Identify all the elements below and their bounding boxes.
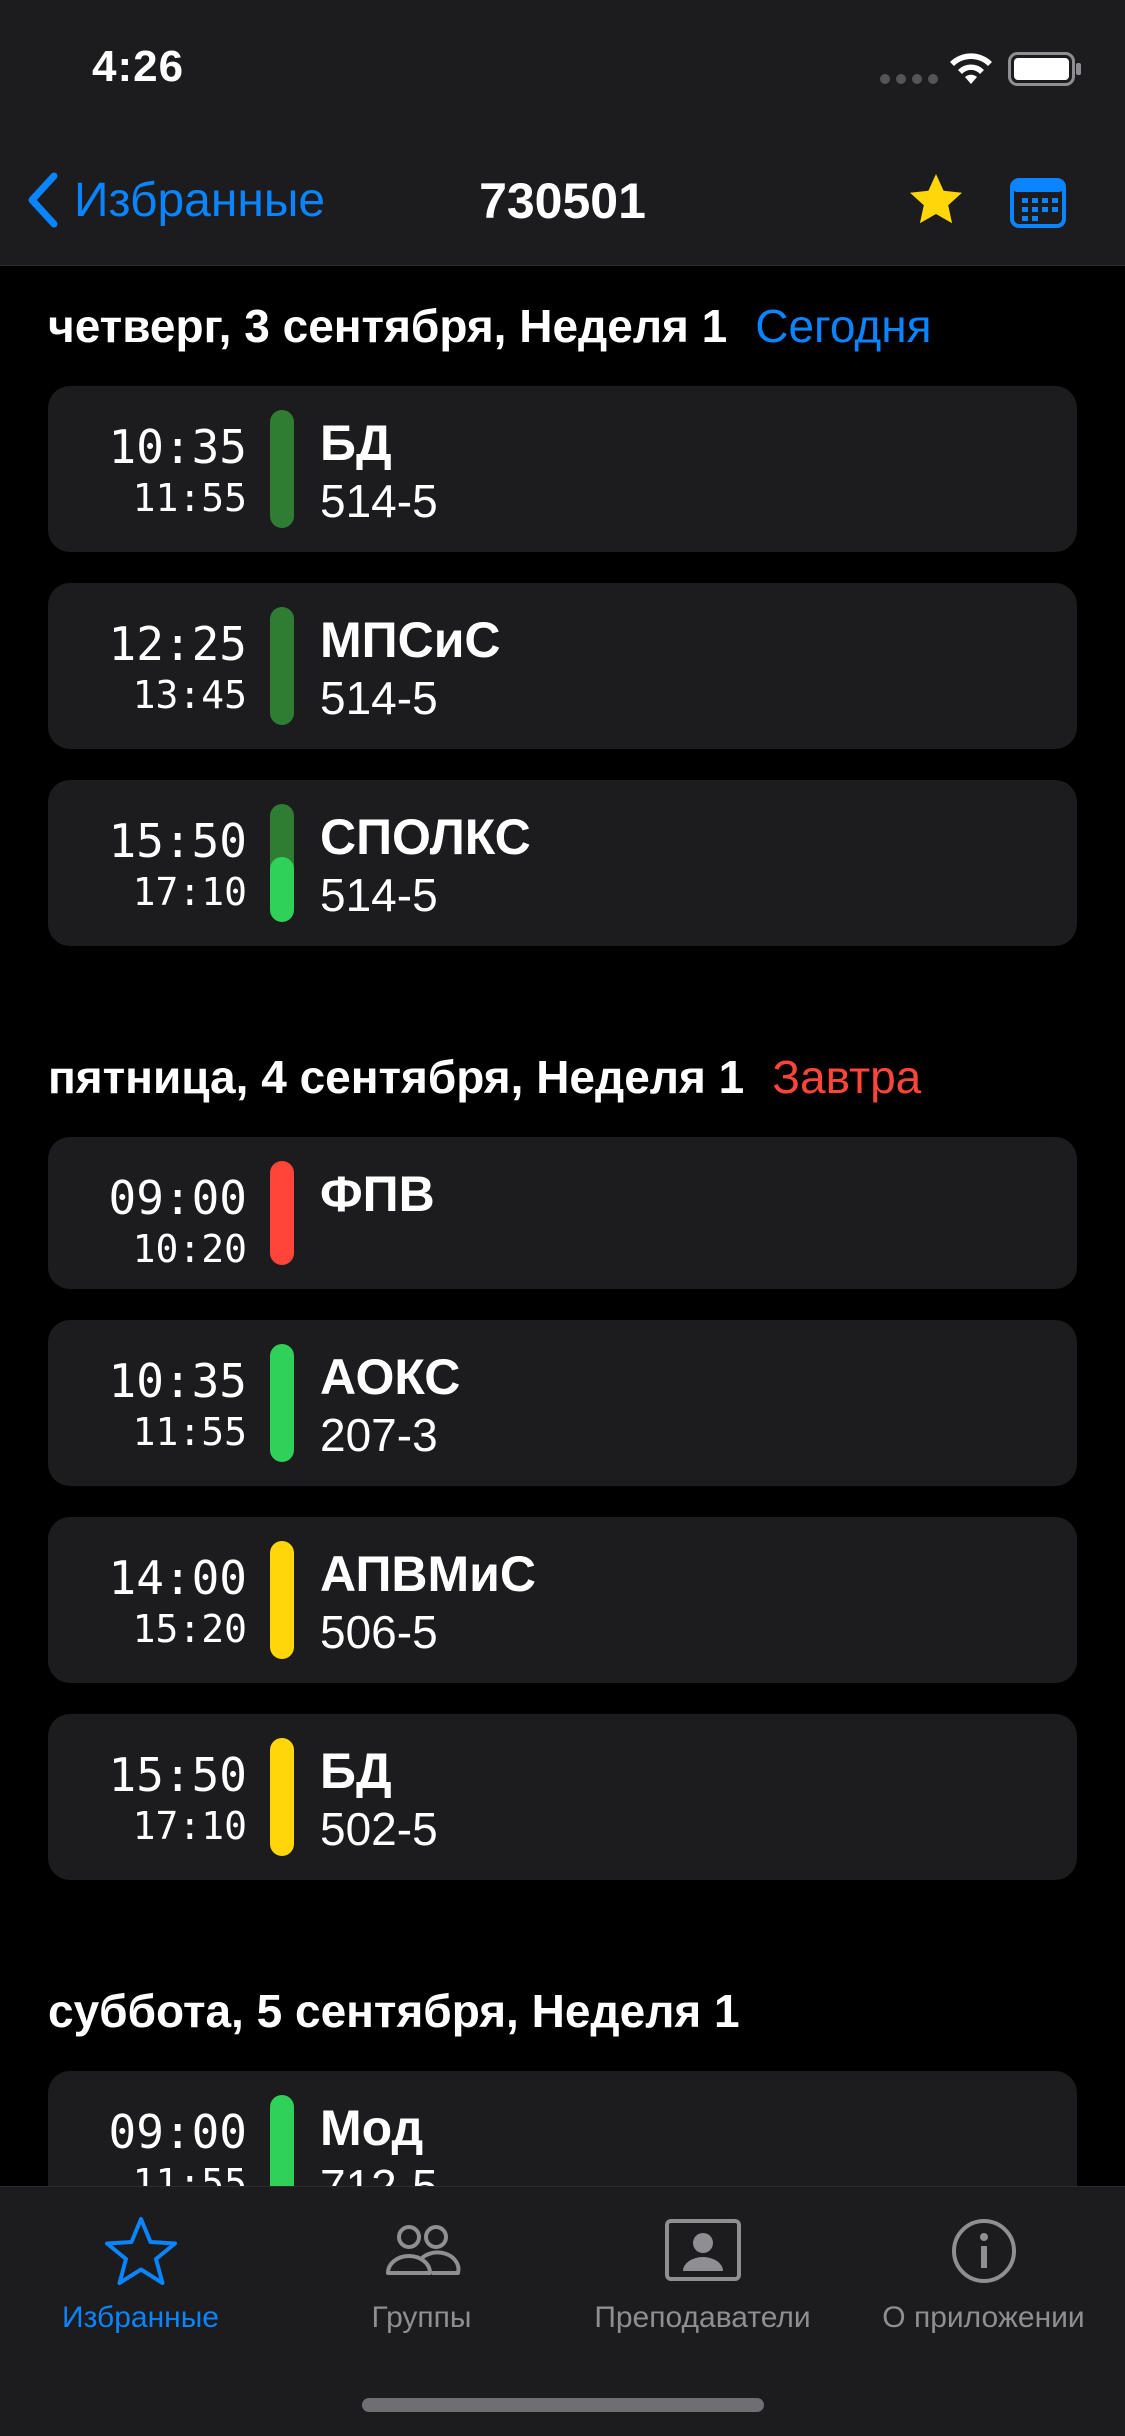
lesson-room: 506-5 xyxy=(320,1606,438,1658)
lesson-status-bar xyxy=(270,1738,294,1856)
lesson-card[interactable]: 10:35 11:55 БД 514-5 xyxy=(48,386,1077,552)
lesson-card[interactable]: 14:00 15:20 АПВМиС 506-5 xyxy=(48,1517,1077,1683)
day-title: четверг, 3 сентября, Неделя 1 xyxy=(48,300,728,352)
favorite-star-icon[interactable] xyxy=(906,170,966,230)
lesson-end-time: 17:10 xyxy=(132,1804,247,1848)
cellular-signal-icon xyxy=(880,74,938,84)
people-icon xyxy=(385,2225,460,2275)
tomorrow-label: Завтра xyxy=(772,1051,922,1103)
lesson-start-time: 10:35 xyxy=(108,1354,247,1408)
lesson-subject: БД xyxy=(320,1743,392,1799)
lesson-end-time: 17:10 xyxy=(132,870,247,914)
header: 4:26 Избранные 730501 xyxy=(0,0,1125,266)
lesson-room: 514-5 xyxy=(320,475,438,527)
home-indicator xyxy=(362,2398,764,2412)
day-section: суббота, 5 сентября, Неделя 1 09:00 11:5… xyxy=(0,1951,1125,2186)
lesson-room: 514-5 xyxy=(320,672,438,724)
lesson-start-time: 10:35 xyxy=(108,420,247,474)
lesson-subject: ФПВ xyxy=(320,1166,435,1222)
lesson-end-time: 11:55 xyxy=(132,2161,247,2186)
lesson-start-time: 09:00 xyxy=(108,2105,247,2159)
lesson-end-time: 13:45 xyxy=(132,673,247,717)
day-title: суббота, 5 сентября, Неделя 1 xyxy=(48,1985,740,2037)
tab-label: О приложении xyxy=(882,2301,1085,2334)
lesson-status-bar xyxy=(270,1541,294,1659)
day-section: четверг, 3 сентября, Неделя 1 Сегодня 10… xyxy=(0,266,1125,946)
wifi-icon xyxy=(950,53,992,84)
lesson-start-time: 15:50 xyxy=(108,1748,247,1802)
status-bar: 4:26 xyxy=(0,0,1125,135)
status-time: 4:26 xyxy=(92,42,185,91)
lesson-subject: Мод xyxy=(320,2100,424,2156)
lesson-card[interactable]: 12:25 13:45 МПСиС 514-5 xyxy=(48,583,1077,749)
lesson-end-time: 10:20 xyxy=(132,1227,247,1271)
lesson-room: 502-5 xyxy=(320,1803,438,1855)
tab-teachers[interactable]: Преподаватели xyxy=(562,2213,843,2335)
lesson-progress-bar xyxy=(270,804,294,922)
lesson-status-bar xyxy=(270,410,294,528)
navigation-bar: Избранные 730501 xyxy=(0,150,1125,250)
lesson-subject: СПОЛКС xyxy=(320,809,531,865)
lesson-end-time: 15:20 xyxy=(132,1607,247,1651)
lesson-subject: АОКС xyxy=(320,1349,461,1405)
tab-about[interactable]: О приложении xyxy=(843,2213,1124,2335)
day-header: суббота, 5 сентября, Неделя 1 xyxy=(48,1951,1077,2071)
lesson-end-time: 11:55 xyxy=(132,1410,247,1454)
lesson-status-bar xyxy=(270,1161,294,1265)
lesson-subject: МПСиС xyxy=(320,612,501,668)
lesson-start-time: 09:00 xyxy=(108,1171,247,1225)
day-header: четверг, 3 сентября, Неделя 1 Сегодня xyxy=(48,266,1077,386)
lesson-room: 514-5 xyxy=(320,869,438,921)
schedule-list[interactable]: четверг, 3 сентября, Неделя 1 Сегодня 10… xyxy=(0,266,1125,2186)
tab-favorites[interactable]: Избранные xyxy=(0,2213,281,2335)
info-icon xyxy=(951,2219,1016,2283)
lesson-card[interactable]: 15:50 17:10 БД 502-5 xyxy=(48,1714,1077,1880)
tab-label: Группы xyxy=(371,2301,472,2334)
lesson-status-bar xyxy=(270,1344,294,1462)
calendar-icon[interactable] xyxy=(1010,176,1066,228)
lesson-start-time: 12:25 xyxy=(108,617,247,671)
tab-groups[interactable]: Группы xyxy=(281,2213,562,2335)
lesson-start-time: 14:00 xyxy=(108,1551,247,1605)
today-label: Сегодня xyxy=(755,300,932,352)
tab-label: Избранные xyxy=(62,2301,219,2334)
tab-label: Преподаватели xyxy=(594,2301,811,2334)
lesson-status-bar xyxy=(270,607,294,725)
lesson-status-bar xyxy=(270,2095,294,2186)
lesson-card[interactable]: 09:00 11:55 Мод 712-5 xyxy=(48,2071,1077,2186)
lesson-subject: БД xyxy=(320,415,392,471)
teacher-icon xyxy=(664,2219,741,2281)
lesson-start-time: 15:50 xyxy=(108,814,247,868)
battery-icon xyxy=(1008,52,1081,86)
lesson-subject: АПВМиС xyxy=(320,1546,536,1602)
lesson-room: 712-5 xyxy=(320,2160,438,2186)
star-icon xyxy=(104,2217,177,2285)
day-header: пятница, 4 сентября, Неделя 1 Завтра xyxy=(48,1017,1077,1137)
lesson-room: 207-3 xyxy=(320,1409,438,1461)
day-title: пятница, 4 сентября, Неделя 1 xyxy=(48,1051,745,1103)
lesson-progress-fill xyxy=(270,857,294,922)
lesson-end-time: 11:55 xyxy=(132,476,247,520)
lesson-card[interactable]: 10:35 11:55 АОКС 207-3 xyxy=(48,1320,1077,1486)
day-section: пятница, 4 сентября, Неделя 1 Завтра 09:… xyxy=(0,1017,1125,1880)
lesson-card[interactable]: 09:00 10:20 ФПВ xyxy=(48,1137,1077,1289)
lesson-card[interactable]: 15:50 17:10 СПОЛКС 514-5 xyxy=(48,780,1077,946)
